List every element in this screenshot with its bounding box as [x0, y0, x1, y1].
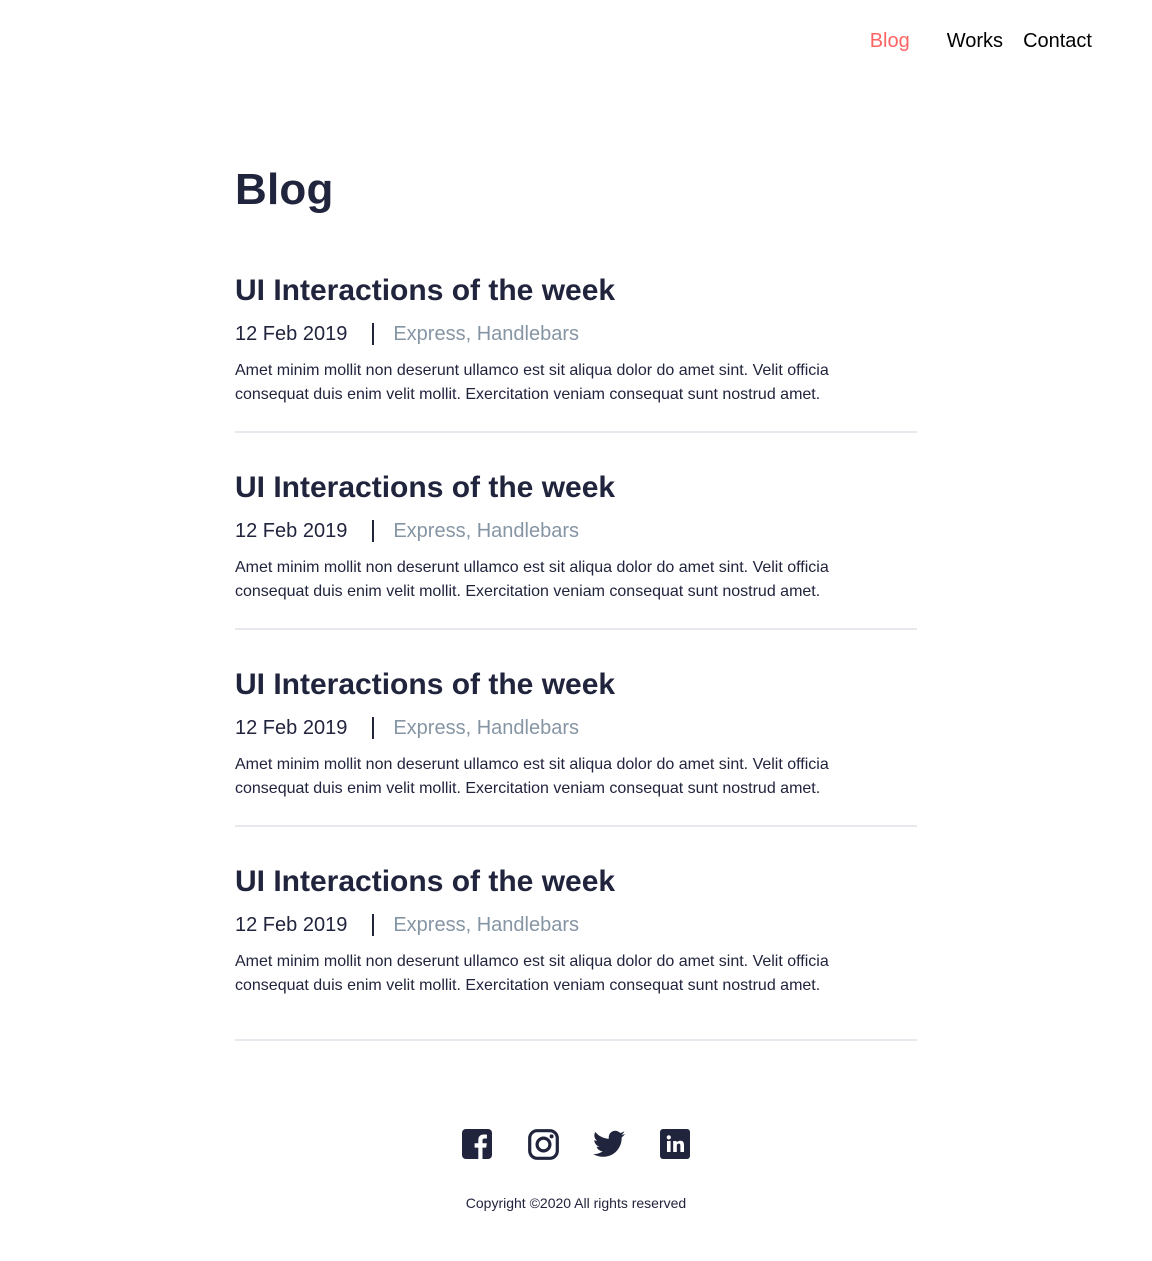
- post-date: 12 Feb 2019: [235, 716, 348, 739]
- linkedin-icon[interactable]: [659, 1128, 691, 1160]
- post-list: UI Interactions of the week 12 Feb 2019 …: [235, 273, 917, 1041]
- top-nav: Blog Works Contact: [870, 28, 1092, 54]
- meta-divider: [372, 323, 375, 345]
- meta-divider: [372, 717, 375, 739]
- post-date: 12 Feb 2019: [235, 322, 348, 345]
- post-date: 12 Feb 2019: [235, 519, 348, 542]
- post-excerpt: Amet minim mollit non deserunt ullamco e…: [235, 559, 829, 600]
- post-tags: Express, Handlebars: [393, 322, 579, 345]
- nav-item-blog[interactable]: Blog: [870, 28, 910, 54]
- footer: Copyright ©2020 All rights reserved: [0, 1128, 1152, 1212]
- post-meta: 12 Feb 2019 Express, Handlebars: [235, 321, 917, 347]
- meta-divider: [372, 520, 375, 542]
- post-tags: Express, Handlebars: [393, 716, 579, 739]
- post-title[interactable]: UI Interactions of the week: [235, 273, 917, 309]
- twitter-icon[interactable]: [593, 1128, 625, 1160]
- post-meta: 12 Feb 2019 Express, Handlebars: [235, 518, 917, 544]
- instagram-icon[interactable]: [527, 1128, 559, 1160]
- facebook-icon[interactable]: [461, 1128, 493, 1160]
- social-links: [0, 1128, 1152, 1160]
- post-tags: Express, Handlebars: [393, 519, 579, 542]
- post-title[interactable]: UI Interactions of the week: [235, 864, 917, 900]
- post-date: 12 Feb 2019: [235, 913, 348, 936]
- post-tags: Express, Handlebars: [393, 913, 579, 936]
- post-excerpt: Amet minim mollit non deserunt ullamco e…: [235, 362, 829, 403]
- post-meta: 12 Feb 2019 Express, Handlebars: [235, 715, 917, 741]
- nav-item-works[interactable]: Works: [947, 28, 1003, 54]
- post-meta: 12 Feb 2019 Express, Handlebars: [235, 912, 917, 938]
- copyright-text: Copyright ©2020 All rights reserved: [465, 1195, 687, 1211]
- page: Blog Works Contact Blog UI Interactions …: [0, 0, 1152, 1261]
- main-content: Blog UI Interactions of the week 12 Feb …: [235, 162, 917, 1041]
- post-title[interactable]: UI Interactions of the week: [235, 667, 917, 703]
- post-item: UI Interactions of the week 12 Feb 2019 …: [235, 827, 917, 1041]
- page-title: Blog: [235, 165, 334, 214]
- post-excerpt: Amet minim mollit non deserunt ullamco e…: [235, 756, 829, 797]
- post-item: UI Interactions of the week 12 Feb 2019 …: [235, 433, 917, 630]
- post-excerpt: Amet minim mollit non deserunt ullamco e…: [235, 953, 829, 994]
- post-item: UI Interactions of the week 12 Feb 2019 …: [235, 630, 917, 827]
- nav-item-contact[interactable]: Contact: [1023, 28, 1092, 54]
- post-item: UI Interactions of the week 12 Feb 2019 …: [235, 273, 917, 433]
- meta-divider: [372, 914, 375, 936]
- post-title[interactable]: UI Interactions of the week: [235, 470, 917, 506]
